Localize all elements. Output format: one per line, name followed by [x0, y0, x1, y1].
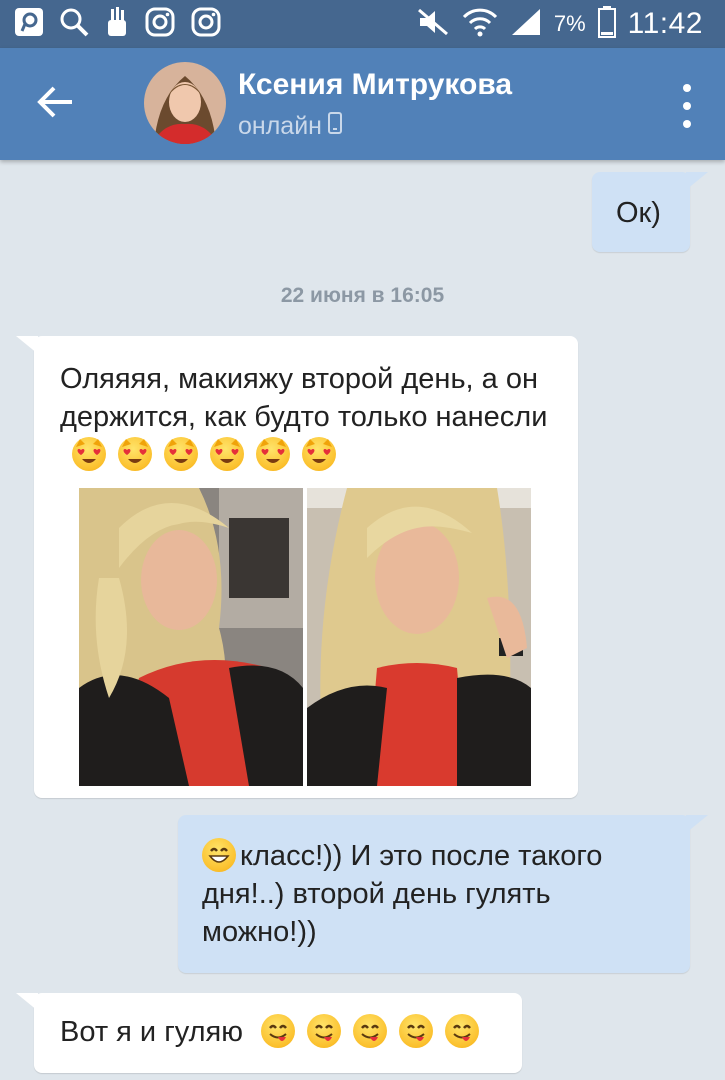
smiling-cat-heart-eyes-icon [210, 437, 244, 471]
status-label: онлайн [238, 112, 322, 140]
message-bubble-incoming[interactable]: Оляяяя, макияжу второй день, а он держит… [16, 336, 578, 798]
smiling-cat-heart-eyes-icon [302, 437, 336, 471]
face-savoring-food-icon [399, 1014, 434, 1048]
face-savoring-food-icon [261, 1014, 296, 1048]
back-arrow-icon [36, 84, 76, 125]
smiling-cat-heart-eyes-icon [164, 437, 198, 471]
back-button[interactable] [30, 80, 82, 128]
mobile-phone-icon [327, 112, 342, 141]
message-text: класс!)) И это после такого дня!..) втор… [202, 840, 603, 948]
smiling-cat-heart-eyes-icon [256, 437, 290, 471]
message-bubble-outgoing[interactable]: Ок) [592, 172, 708, 252]
message-text: Ок) [616, 197, 661, 229]
clock: 11:42 [627, 7, 703, 40]
face-savoring-food-icon [353, 1014, 388, 1048]
search-icon [58, 6, 90, 43]
instagram-icon [190, 6, 222, 43]
status-bar: 7% 11:42 [0, 0, 725, 48]
more-vert-icon [683, 84, 691, 92]
face-savoring-food-icon [445, 1014, 480, 1048]
paint-brush-icon [104, 6, 130, 43]
chat-header: Ксения Митрукова онлайн [0, 48, 725, 160]
photo-attachment[interactable] [307, 488, 531, 786]
message-bubble-outgoing[interactable]: класс!)) И это после такого дня!..) втор… [178, 815, 708, 973]
search-app-icon [14, 7, 44, 42]
message-text: Оляяяя, макияжу второй день, а он держит… [60, 363, 548, 433]
smiling-cat-heart-eyes-icon [72, 437, 106, 471]
photo-attachment[interactable] [79, 488, 303, 786]
message-bubble-incoming[interactable]: Вот я и гуляю [16, 993, 522, 1073]
message-text-block: Оляяяя, макияжу второй день, а он держит… [60, 360, 560, 474]
more-options-button[interactable] [675, 84, 699, 128]
instagram-icon [144, 6, 176, 43]
mute-icon [416, 7, 450, 42]
contact-status: онлайн [238, 112, 342, 141]
battery-percent: 7% [553, 11, 586, 36]
wifi-icon [462, 6, 498, 43]
face-savoring-food-icon [307, 1014, 342, 1048]
smiling-cat-heart-eyes-icon [118, 437, 152, 471]
grinning-face-icon [202, 838, 236, 872]
emoji-row [60, 437, 348, 471]
message-text: Вот я и гуляю [60, 1016, 244, 1048]
contact-name[interactable]: Ксения Митрукова [238, 68, 512, 102]
date-separator: 22 июня в 16:05 [280, 284, 445, 307]
battery-icon [597, 5, 616, 43]
avatar[interactable] [144, 62, 226, 144]
signal-icon [510, 7, 542, 42]
